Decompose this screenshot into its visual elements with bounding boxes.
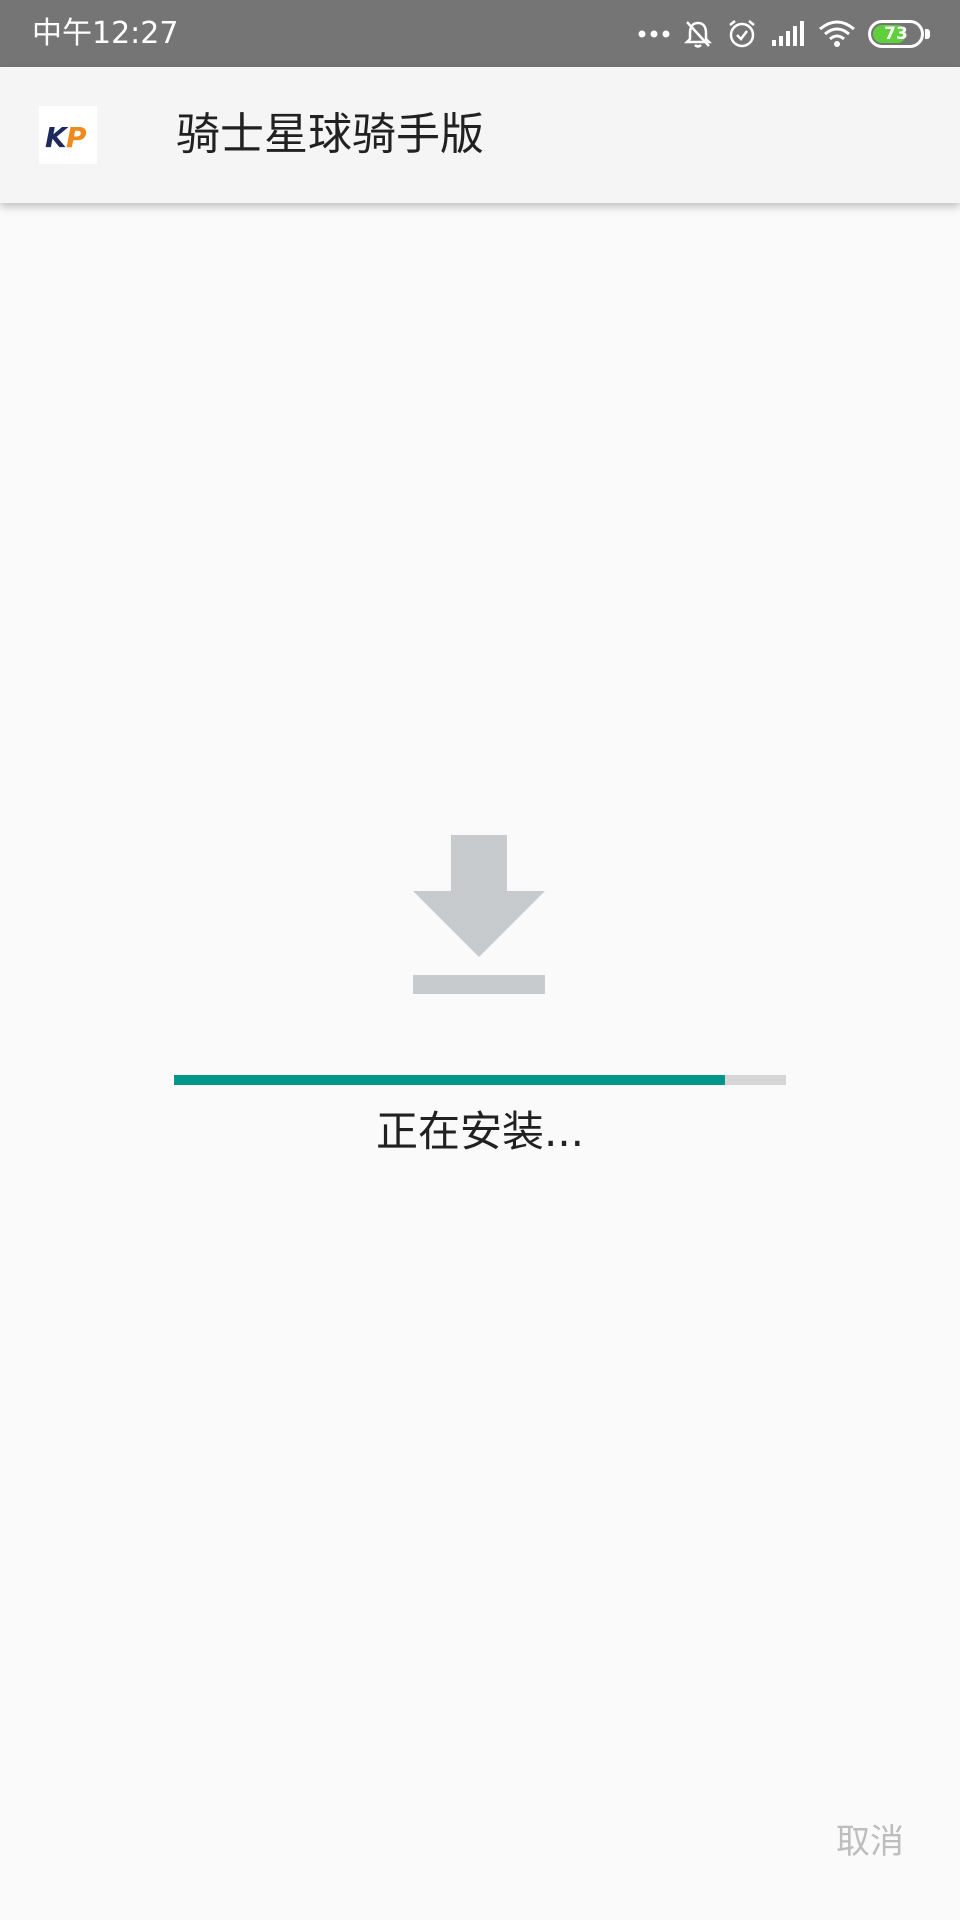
cancel-button[interactable]: 取消: [836, 1814, 904, 1870]
install-status-text: 正在安装...: [375, 1107, 585, 1156]
install-progress-bar: [174, 1075, 786, 1085]
battery-icon: 73: [868, 20, 930, 48]
signal-icon: [772, 21, 804, 46]
install-progress-fill: [174, 1075, 725, 1085]
app-title: 骑士星球骑手版: [176, 109, 484, 160]
app-logo-graphic: K P: [45, 121, 87, 154]
more-dots-icon: [638, 30, 670, 38]
wifi-icon: [819, 20, 855, 47]
status-time: 中午12:27: [32, 16, 179, 51]
status-bar: 中午12:27 73: [0, 0, 960, 67]
app-logo-icon: K P: [39, 106, 97, 164]
download-icon: [413, 835, 545, 994]
svg-text:P: P: [66, 121, 87, 154]
status-icons: 73: [638, 14, 930, 54]
battery-level: 73: [884, 24, 908, 44]
bell-muted-icon: [683, 21, 713, 48]
alarm-icon: [729, 20, 755, 48]
battery-tip: [925, 29, 930, 39]
app-bar: K P 骑士星球骑手版: [0, 67, 960, 203]
